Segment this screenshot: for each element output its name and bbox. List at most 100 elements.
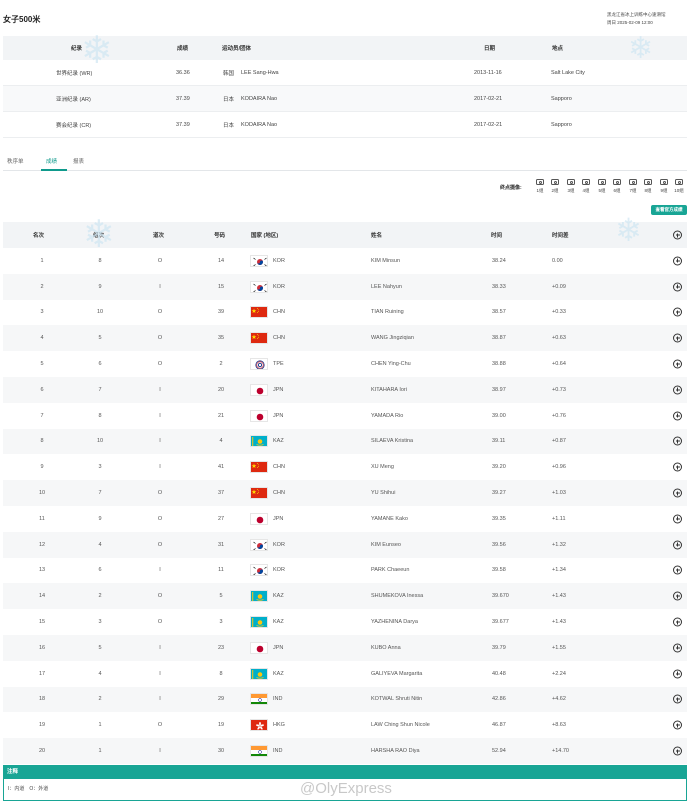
expand-row-icon[interactable]: [673, 307, 682, 317]
table-row[interactable]: 5 6 O 2 TPE CHEN Ying-Chu 38.88 +0.64: [3, 351, 687, 377]
camera-group-2[interactable]: 2组: [548, 178, 562, 200]
rank-cell: 17: [38, 670, 46, 677]
table-row[interactable]: 1 8 O 14 KOR KIM Minsun 38.24 0.00: [3, 248, 687, 274]
camera-group-5[interactable]: 5组: [595, 178, 609, 200]
camera-group-4[interactable]: 4组: [579, 178, 593, 200]
camera-icon: [660, 179, 668, 185]
lane-cell: I: [159, 283, 161, 290]
lane-cell: I: [159, 412, 161, 419]
header-group: 组次: [93, 233, 105, 239]
table-row[interactable]: 2 9 I 15 KOR LEE Nahyun 38.33 +0.09: [3, 273, 687, 300]
rank-cell: 1: [40, 257, 44, 264]
table-row[interactable]: 7 8 I 21 JPN YAMADA Rio 39.00 +0.76: [3, 403, 687, 429]
expand-row-icon[interactable]: [673, 436, 682, 446]
time-diff-cell: +1.32: [552, 541, 566, 548]
table-row[interactable]: 17 4 I 8 KAZ GALIYEVA Margarita 40.48 +2.24: [3, 661, 687, 687]
table-row[interactable]: 14 2 O 5 KAZ SHUMEKOVA Inessa 39.670 +1.43: [3, 583, 687, 610]
country-code-cell: JPN: [273, 386, 284, 393]
time-diff-cell: +1.34: [552, 567, 566, 574]
country-code-cell: KAZ: [273, 619, 284, 626]
bib-cell: 35: [217, 335, 225, 342]
table-row[interactable]: 18 2 I 29 IND KOTWAL Shruti Nitin 42.86 +4.62: [3, 686, 687, 713]
expand-row-icon[interactable]: [673, 359, 682, 369]
table-row[interactable]: 9 3 I 41 CHN XU Meng 39.20 +0.96: [3, 454, 687, 480]
results-body: 1 8 O 14 KOR KIM Minsun 38.24 0.00 2 9 I 15 KOR LEE N…: [3, 248, 687, 764]
expand-row-icon[interactable]: [673, 643, 682, 653]
camera-icon: [675, 179, 683, 185]
time-cell: 38.57: [492, 309, 506, 316]
tab-results[interactable]: 成绩: [46, 157, 57, 165]
camera-group-1[interactable]: 1组: [533, 178, 547, 200]
tab-reports[interactable]: 报表: [73, 157, 84, 165]
time-diff-cell: +14.70: [552, 748, 569, 755]
table-row[interactable]: 16 5 I 23 JPN KUBO Anna 39.79 +1.55: [3, 634, 687, 661]
camera-group-10[interactable]: 10组: [672, 178, 686, 200]
view-official-results-button[interactable]: 查看官方成绩: [651, 205, 687, 215]
flag-icon: [250, 254, 268, 267]
expand-row-icon[interactable]: [673, 720, 682, 730]
group-cell: 1: [98, 722, 102, 729]
athlete-name-cell: KIM Eunseo: [371, 541, 401, 548]
expand-row-icon[interactable]: [673, 746, 682, 756]
group-cell: 8: [98, 412, 102, 419]
country-code-cell: CHN: [273, 490, 285, 497]
camera-group-9[interactable]: 9组: [657, 178, 671, 200]
expand-row-icon[interactable]: [673, 256, 682, 266]
camera-group-7[interactable]: 7组: [626, 178, 640, 200]
expand-row-icon[interactable]: [673, 514, 682, 524]
flag-icon: [250, 590, 268, 603]
expand-row-icon[interactable]: [673, 411, 682, 421]
table-row[interactable]: 11 9 O 27 JPN YAMANE Kako 39.35 +1.11: [3, 506, 687, 532]
camera-icon: [629, 179, 637, 185]
camera-group-8[interactable]: 8组: [641, 178, 655, 200]
time-cell: 39.35: [492, 515, 506, 522]
expand-row-icon[interactable]: [673, 669, 682, 679]
expand-row-icon[interactable]: [673, 565, 682, 575]
time-cell: 38.97: [492, 386, 506, 393]
table-row[interactable]: 6 7 I 20 JPN KITAHARA Iori 38.97 +0.73: [3, 376, 687, 403]
expand-row-icon[interactable]: [673, 385, 682, 395]
time-cell: 39.677: [492, 619, 509, 626]
table-row[interactable]: 15 3 O 3 KAZ YAZHENINA Darya 39.677 +1.43: [3, 609, 687, 635]
time-cell: 52.94: [492, 748, 506, 755]
flag-icon: [250, 383, 268, 396]
table-row[interactable]: 13 6 I 11 KOR PARK Chaeeun 39.58 +1.34: [3, 558, 687, 584]
expand-row-icon[interactable]: [673, 694, 682, 704]
camera-group-3[interactable]: 3组: [564, 178, 578, 200]
expand-all-icon[interactable]: [673, 230, 682, 240]
tab-start-list[interactable]: 秩序单: [7, 157, 24, 165]
expand-row-icon[interactable]: [673, 333, 682, 343]
flag-icon: [250, 745, 268, 758]
table-row[interactable]: 10 7 O 37 CHN YU Shihui 39.27 +1.03: [3, 480, 687, 506]
bib-cell: 39: [217, 309, 225, 316]
athlete-name-cell: YAMANE Kako: [371, 515, 408, 522]
flag-icon: [250, 409, 268, 422]
record-row-ar: 亚洲纪录 (AR) 37.39 日本 KODAIRA Nao 2017-02-2…: [3, 86, 687, 112]
flag-icon: [250, 461, 268, 474]
table-row[interactable]: 4 5 O 35 CHN WANG Jingziqian 38.87 +0.63: [3, 325, 687, 352]
expand-row-icon[interactable]: [673, 591, 682, 601]
table-row[interactable]: 8 10 I 4 KAZ SILAEVA Kristina 39.11 +0.87: [3, 428, 687, 455]
table-row[interactable]: 3 10 O 39 CHN TIAN Ruining 38.57 +0.33: [3, 300, 687, 326]
table-row[interactable]: 19 1 O 19 HKG LAW Ching Shun Nicole 46.87 +8.63: [3, 712, 687, 738]
time-cell: 38.33: [492, 283, 506, 290]
athlete-name-cell: LEE Nahyun: [371, 283, 402, 290]
expand-row-icon[interactable]: [673, 540, 682, 550]
lane-cell: O: [157, 722, 163, 729]
camera-group-6[interactable]: 6组: [610, 178, 624, 200]
camera-icon: [644, 179, 652, 185]
expand-row-icon[interactable]: [673, 617, 682, 627]
record-athlete: KODAIRA Nao: [241, 95, 278, 102]
flag-icon: [250, 564, 268, 577]
athlete-name-cell: KITAHARA Iori: [371, 386, 407, 393]
flag-icon: [250, 280, 268, 293]
athlete-name-cell: HARSHA RAO Diya: [371, 748, 420, 755]
expand-row-icon[interactable]: [673, 462, 682, 472]
expand-row-icon[interactable]: [673, 488, 682, 498]
table-row[interactable]: 12 4 O 31 KOR KIM Eunseo 39.56 +1.32: [3, 531, 687, 558]
expand-row-icon[interactable]: [673, 282, 682, 292]
group-cell: 4: [98, 670, 102, 677]
record-type: 亚洲纪录 (AR): [56, 96, 91, 103]
country-code-cell: KOR: [273, 257, 285, 264]
table-row[interactable]: 20 1 I 30 IND HARSHA RAO Diya 52.94 +14.70: [3, 738, 687, 764]
